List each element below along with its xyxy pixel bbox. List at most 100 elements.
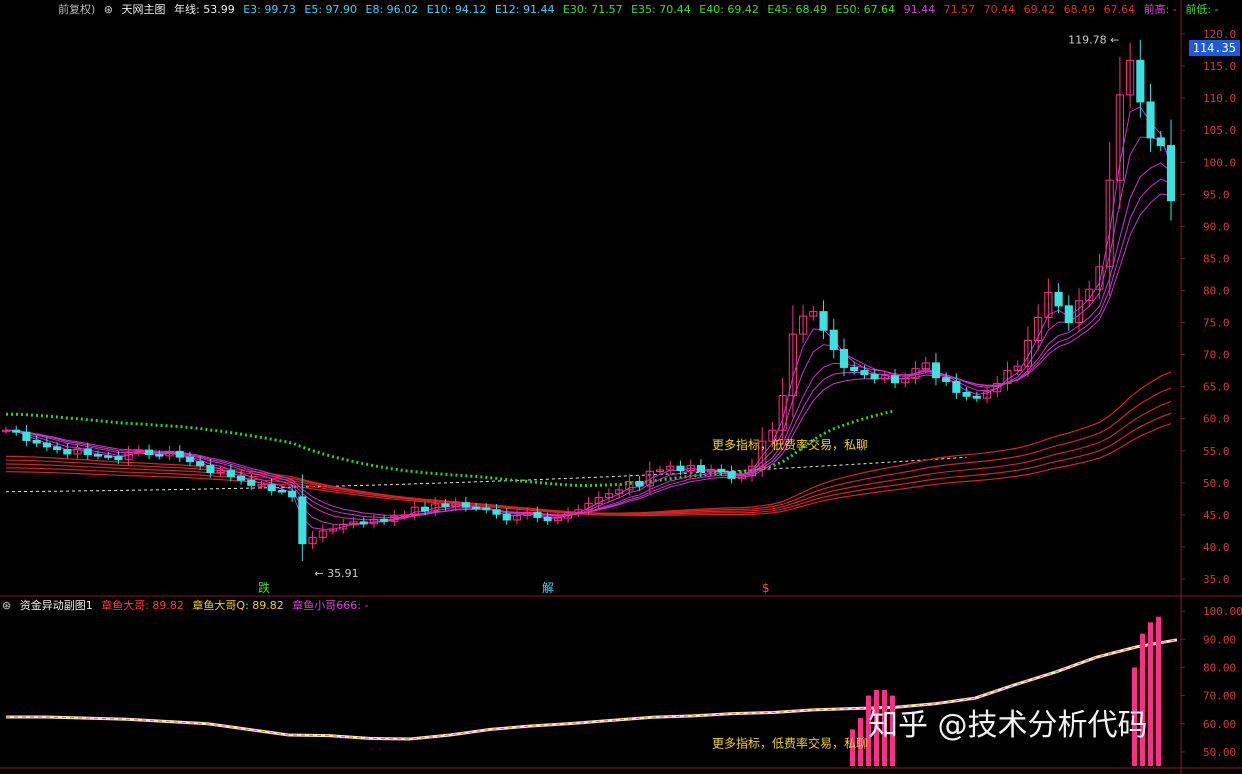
- main-header: 前复权) ⊛ 天网主图 年线: 53.99 E3: 99.73 E5: 97.9…: [58, 1, 1224, 19]
- ema-e40: E40: 69.42: [699, 3, 759, 16]
- ema-e12: E12: 91.44: [494, 3, 555, 16]
- candle-body: [952, 381, 961, 393]
- yearline: [5, 456, 967, 493]
- candle-body: [962, 391, 971, 397]
- candle-body: [53, 446, 62, 450]
- ema-e10: E10: 94.12: [426, 3, 487, 16]
- ema-e8: E8: 96.02: [365, 3, 419, 16]
- y-tick-label: 70.0: [1203, 349, 1230, 362]
- y-tick-label: 75.0: [1203, 317, 1230, 330]
- candle-body: [635, 481, 644, 487]
- candle-body: [942, 377, 951, 383]
- y-tick-label: 55.0: [1203, 445, 1230, 458]
- candle-body: [42, 442, 51, 448]
- y-tick-label: 115.0: [1203, 60, 1236, 73]
- y-tick-label: 105.0: [1203, 124, 1236, 137]
- candle-body: [144, 449, 154, 456]
- sub-indicator-title[interactable]: 资金异动副图1: [20, 599, 93, 612]
- promo-sub: 更多指标，低费率交易，私聊: [712, 736, 868, 751]
- candle-body: [472, 506, 481, 510]
- yearline-value: 年线: 53.99: [174, 3, 235, 16]
- candle-body: [1146, 101, 1155, 139]
- sub-y-tick-label: 80.00: [1203, 661, 1236, 674]
- candle-body: [32, 439, 41, 444]
- current-price-tag: 114.35: [1188, 40, 1240, 56]
- candle-body: [206, 464, 215, 474]
- candle-body: [931, 362, 941, 379]
- ema-e35: E35: 70.44: [631, 3, 691, 16]
- tail-value-4: 69.42: [1023, 3, 1056, 16]
- sub-bar: [1156, 616, 1161, 766]
- candle-body: [850, 366, 859, 372]
- candle-body: [298, 496, 307, 545]
- main-indicator-title[interactable]: 天网主图: [122, 3, 166, 16]
- candle-body: [22, 431, 31, 441]
- y-tick-label: 35.0: [1203, 573, 1230, 586]
- candle-body: [1054, 291, 1063, 307]
- y-tick-label: 90.0: [1203, 220, 1230, 233]
- adjust-label[interactable]: 前复权): [58, 3, 95, 16]
- ema-e5: E5: 97.90: [304, 3, 358, 16]
- candle-body: [267, 484, 276, 491]
- candle-body: [1136, 59, 1145, 103]
- y-tick-label: 60.0: [1203, 413, 1230, 426]
- candle-body: [420, 506, 430, 512]
- candle-body: [185, 456, 195, 463]
- candle-body: [12, 429, 21, 433]
- sub-y-tick-label: 70.00: [1203, 690, 1236, 703]
- candle-body: [196, 461, 205, 466]
- candle-body: [1064, 305, 1073, 324]
- candle-body: [175, 450, 184, 458]
- sub-y-tick-label: 60.00: [1203, 718, 1236, 731]
- candle-body: [63, 448, 72, 455]
- ema-long-35: [5, 387, 1172, 514]
- low-label: ← 35.91: [314, 567, 358, 580]
- candle-body: [717, 468, 726, 473]
- candle-body: [839, 348, 849, 368]
- candle-body: [502, 513, 511, 521]
- candle-body: [1166, 145, 1176, 202]
- candle-body: [482, 507, 491, 511]
- candle-body: [891, 375, 900, 384]
- y-tick-label: 80.0: [1203, 284, 1230, 297]
- tail-value-3: 70.44: [983, 3, 1016, 16]
- candle-body: [226, 470, 235, 477]
- sub-y-tick-label: 50.00: [1203, 746, 1236, 759]
- candle-body: [1156, 137, 1165, 147]
- y-tick-label: 110.0: [1203, 92, 1236, 105]
- ema-e30: E30: 71.57: [562, 3, 623, 16]
- signal-mark: 跌: [258, 580, 270, 595]
- candle-body: [247, 479, 256, 486]
- high-label: 119.78 ←: [1068, 33, 1119, 46]
- promo-main: 更多指标，低费率交易，私聊: [712, 437, 868, 452]
- sub-value-a: 章鱼大哥: 89.82: [101, 599, 184, 612]
- sub-y-tick-label: 90.00: [1203, 633, 1236, 646]
- candle-body: [819, 311, 828, 331]
- sub-value-c: 章鱼小哥666: -: [292, 599, 369, 612]
- candle-body: [236, 475, 246, 481]
- gear-icon[interactable]: ⊛: [2, 599, 11, 612]
- ema-short-3: [5, 106, 1172, 530]
- y-tick-label: 85.0: [1203, 252, 1230, 265]
- candle-body: [533, 511, 542, 518]
- ema-e3: E3: 99.73: [243, 3, 296, 16]
- y-tick-label: 45.0: [1203, 509, 1230, 522]
- candle-body: [696, 464, 705, 473]
- y-tick-label: 50.0: [1203, 477, 1230, 490]
- candle-body: [380, 518, 389, 522]
- candle-body: [829, 329, 838, 350]
- candle-body: [155, 454, 164, 457]
- candle-body: [277, 489, 286, 493]
- prev-high-label: 前高: -: [1143, 3, 1177, 16]
- candle-body: [676, 465, 685, 472]
- candle-body: [870, 373, 879, 380]
- candle-body: [972, 395, 981, 399]
- gear-icon[interactable]: ⊛: [104, 3, 113, 16]
- signal-mark: $: [762, 581, 770, 595]
- tail-value-5: 68.49: [1063, 3, 1096, 16]
- chart-canvas: 120.0115.0110.0105.0100.095.090.085.080.…: [0, 0, 1242, 774]
- tail-value-2: 71.57: [943, 3, 976, 16]
- candle-body: [288, 490, 297, 498]
- ema-e50: E50: 67.64: [835, 3, 896, 16]
- candle-body: [114, 456, 123, 461]
